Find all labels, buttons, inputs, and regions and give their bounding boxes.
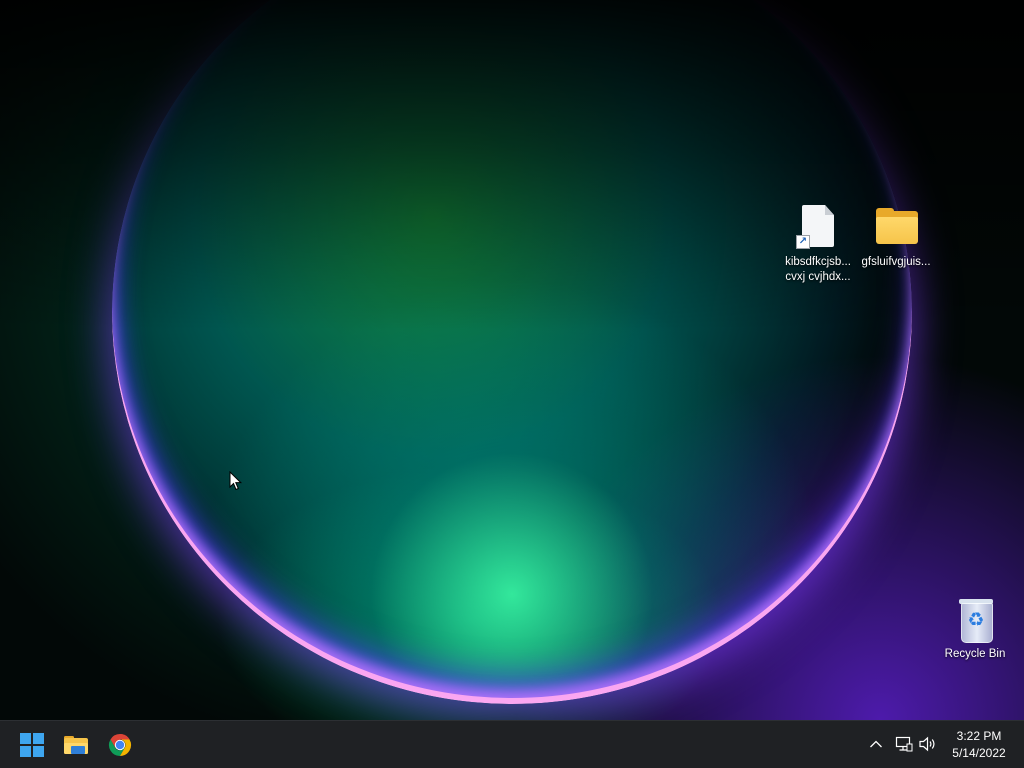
folder-icon	[872, 203, 920, 251]
desktop-icon-label: Recycle Bin	[944, 648, 1006, 660]
network-button[interactable]	[893, 733, 915, 755]
desktop-icon-recycle-bin[interactable]: ♻ Recycle Bin	[937, 595, 1013, 662]
file-explorer-icon	[64, 736, 88, 754]
chrome-button[interactable]	[100, 725, 140, 765]
recycle-bin-icon: ♻	[951, 595, 999, 643]
desktop[interactable]: ↗ kibsdfkcjsb... cvxj cvjhdx... gfsluifv…	[0, 0, 1024, 720]
volume-icon	[919, 736, 935, 752]
recycle-symbol-icon: ♻	[967, 610, 985, 631]
windows-start-icon	[20, 733, 44, 757]
desktop-icon-label: kibsdfkcjsb... cvxj cvjhdx...	[785, 256, 851, 283]
clock-time: 3:22 PM	[956, 729, 1002, 743]
chrome-icon	[108, 734, 132, 756]
shortcut-arrow-icon: ↗	[796, 235, 810, 249]
desktop-icon-shortcut-file[interactable]: ↗ kibsdfkcjsb... cvxj cvjhdx...	[780, 203, 856, 285]
file-shortcut-icon: ↗	[794, 203, 842, 251]
network-icon	[895, 736, 913, 752]
chevron-up-icon	[870, 740, 882, 748]
show-hidden-icons-button[interactable]	[865, 733, 887, 755]
clock-button[interactable]: 3:22 PM 5/14/2022	[944, 728, 1014, 762]
desktop-icon-label: gfsluifvgjuis...	[861, 256, 931, 268]
mouse-cursor-icon	[229, 471, 243, 491]
volume-button[interactable]	[917, 733, 939, 755]
file-explorer-button[interactable]	[56, 725, 96, 765]
taskbar: 3:22 PM 5/14/2022	[0, 720, 1024, 768]
start-button[interactable]	[12, 725, 52, 765]
clock-date: 5/14/2022	[952, 746, 1006, 760]
desktop-icon-folder[interactable]: gfsluifvgjuis...	[858, 203, 934, 270]
wallpaper-shade	[0, 0, 1024, 330]
